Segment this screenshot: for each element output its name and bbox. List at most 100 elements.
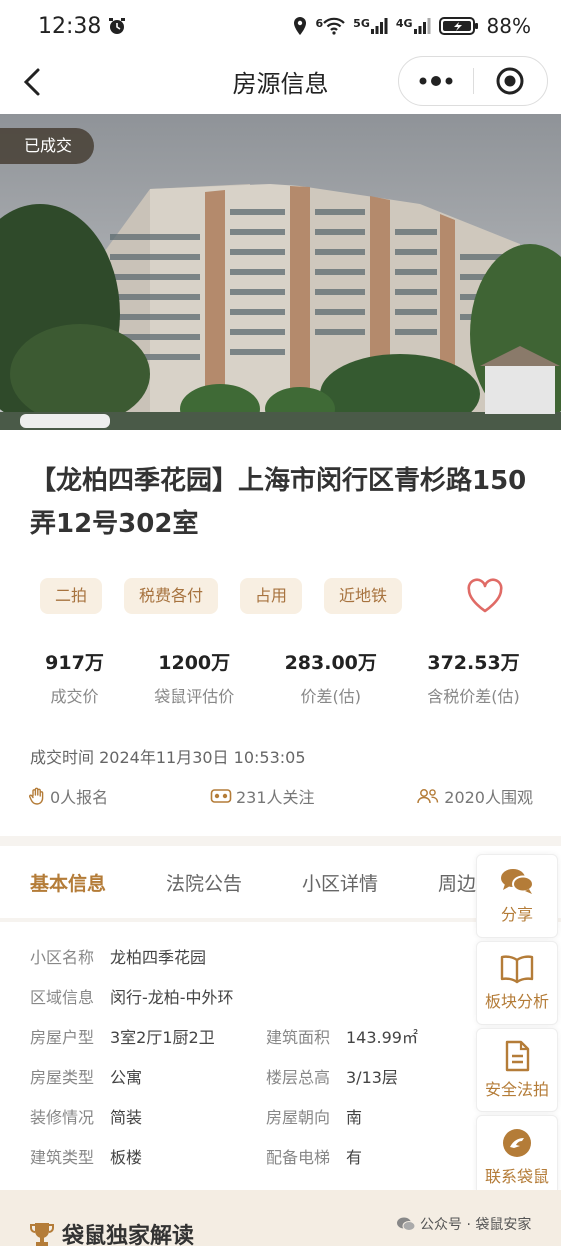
kangaroo-logo-icon: [503, 1129, 531, 1157]
info-value: 有: [346, 1148, 363, 1167]
contact-label: 联系袋鼠: [484, 1167, 549, 1186]
info-value: 南: [346, 1108, 363, 1127]
stat-taxed-gap: 372.53万 含税价差(估): [427, 648, 520, 707]
stat-value: 372.53万: [427, 652, 520, 674]
contact-button[interactable]: 联系袋鼠: [476, 1115, 558, 1199]
follower-counter: 231人关注: [210, 784, 315, 808]
info-label: 建筑面积: [266, 1028, 331, 1047]
nav-bar: 房源信息: [0, 52, 561, 112]
stat-value: 283.00万: [284, 652, 377, 674]
info-label: 小区名称: [30, 948, 95, 967]
tag-auction-round: 二拍: [40, 578, 103, 614]
info-label: 装修情况: [30, 1108, 95, 1127]
wifi-icon: 6: [316, 17, 346, 35]
info-value: 3室2厅1厨2卫: [110, 1028, 215, 1047]
people-icon: [417, 789, 439, 804]
signal-4g-icon: 4G: [396, 17, 431, 35]
stat-label: 价差(估): [300, 687, 361, 706]
deal-time-value: 2024年11月30日 10:53:05: [99, 748, 306, 767]
safe-auction-label: 安全法拍: [484, 1080, 549, 1099]
deal-time-label: 成交时间: [30, 748, 95, 767]
info-building-type: 建筑类型 板楼: [30, 1144, 142, 1168]
stat-value: 1200万: [158, 652, 231, 674]
battery-icon: [438, 17, 478, 35]
signup-counter: 0人报名: [28, 784, 108, 808]
wechat-icon: [397, 1217, 416, 1231]
stat-label: 袋鼠评估价: [154, 687, 235, 706]
share-label: 分享: [500, 905, 533, 924]
clock-text: 12:38: [38, 13, 102, 39]
viewer-counter: 2020人围观: [416, 784, 533, 808]
status-indicators: 6 5G 4G 88%: [292, 14, 531, 38]
tag-occupied: 占用: [240, 578, 303, 614]
info-label: 房屋朝向: [266, 1108, 331, 1127]
document-icon: [505, 1040, 530, 1072]
status-bar: 12:38 6 5G 4G 88%: [0, 0, 561, 52]
wechat-watermark: 公众号 · 袋鼠安家: [396, 1214, 531, 1234]
info-value: 板楼: [110, 1148, 143, 1167]
info-build-area: 建筑面积 143.99㎡: [266, 1024, 418, 1048]
stat-label: 成交价: [50, 687, 99, 706]
tag-near-metro: 近地铁: [324, 578, 403, 614]
info-value: 龙柏四季花园: [110, 948, 207, 967]
info-decoration: 装修情况 简装: [30, 1104, 142, 1128]
signal-5g-icon: 5G: [353, 17, 388, 35]
info-label: 配备电梯: [266, 1148, 331, 1167]
chat-bubbles-icon: [501, 869, 534, 894]
status-time: 12:38: [38, 14, 127, 39]
info-label: 房屋户型: [30, 1028, 95, 1047]
info-value: 3/13层: [346, 1068, 398, 1087]
tag-tax: 税费各付: [124, 578, 219, 614]
vr-glasses-icon: [210, 789, 232, 803]
stat-appraisal: 1200万 袋鼠评估价: [154, 648, 234, 707]
stat-label: 含税价差(估): [427, 687, 520, 706]
info-label: 区域信息: [30, 988, 95, 1007]
info-value: 143.99㎡: [346, 1028, 418, 1047]
trophy-icon: [30, 1223, 54, 1246]
listing-title: 【龙柏四季花园】上海市闵行区青杉路150弄12号302室: [30, 466, 527, 539]
tab-community[interactable]: 小区详情: [272, 869, 408, 896]
info-community: 小区名称 龙柏四季花园: [30, 944, 206, 968]
more-dots-icon: [419, 76, 453, 86]
safe-auction-button[interactable]: 安全法拍: [476, 1028, 558, 1112]
favorite-button[interactable]: [466, 578, 504, 614]
price-stats: 917万 成交价 1200万 袋鼠评估价 283.00万 价差(估) 372.5…: [20, 648, 545, 707]
status-badge: 已成交: [0, 128, 95, 164]
open-book-icon: [500, 955, 534, 984]
sector-analysis-button[interactable]: 板块分析: [476, 941, 558, 1025]
stat-value: 917万: [45, 652, 104, 674]
stat-price-gap: 283.00万 价差(估): [285, 648, 377, 707]
alarm-icon: [109, 18, 126, 34]
section-divider: [0, 836, 561, 846]
info-floor: 楼层总高 3/13层: [266, 1064, 398, 1088]
target-close-icon: [496, 67, 524, 95]
tag-list: 二拍 税费各付 占用 近地铁: [40, 578, 403, 614]
share-button[interactable]: 分享: [476, 854, 558, 938]
tab-court-notice[interactable]: 法院公告: [136, 869, 272, 896]
info-value: 简装: [110, 1108, 143, 1127]
miniprogram-capsule: [398, 56, 548, 106]
more-button[interactable]: [399, 57, 473, 105]
exclusive-label: 袋鼠独家解读: [62, 1224, 195, 1246]
location-icon: [293, 17, 306, 35]
hand-icon: [29, 787, 44, 805]
viewer-count: 2020人围观: [444, 788, 533, 807]
info-label: 房屋类型: [30, 1068, 95, 1087]
tab-basic-info[interactable]: 基本信息: [0, 869, 136, 896]
info-area: 区域信息 闵行-龙柏-中外环: [30, 984, 234, 1008]
heart-icon: [467, 578, 503, 613]
info-elevator: 配备电梯 有: [266, 1144, 362, 1168]
engagement-counters: 0人报名 231人关注 2020人围观: [28, 784, 533, 808]
exclusive-title: 袋鼠独家解读: [28, 1218, 194, 1246]
info-layout: 房屋户型 3室2厅1厨2卫: [30, 1024, 215, 1048]
battery-percent: 88%: [486, 14, 531, 38]
info-value: 公寓: [110, 1068, 143, 1087]
close-button[interactable]: [474, 57, 548, 105]
watermark-text: 公众号 · 袋鼠安家: [420, 1217, 532, 1233]
info-label: 楼层总高: [266, 1068, 331, 1087]
sector-analysis-label: 板块分析: [484, 992, 549, 1011]
info-value: 闵行-龙柏-中外环: [110, 988, 234, 1007]
signup-count: 0人报名: [50, 788, 109, 807]
info-label: 建筑类型: [30, 1148, 95, 1167]
stat-deal-price: 917万 成交价: [45, 648, 104, 707]
